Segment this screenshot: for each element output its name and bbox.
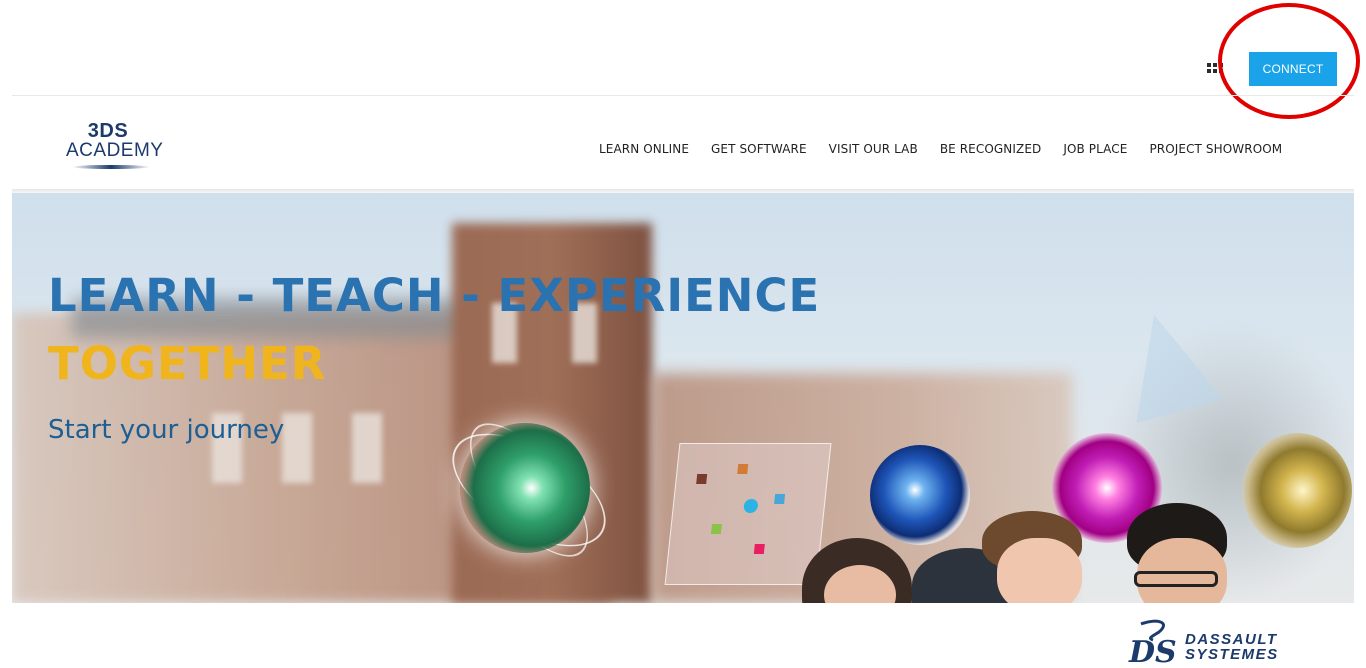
apps-grid-icon[interactable] — [1207, 63, 1223, 75]
glasses-graphic — [1134, 571, 1218, 587]
svg-text:DS: DS — [1128, 635, 1177, 666]
hero-title: LEARN - TEACH - EXPERIENCE — [48, 269, 821, 322]
gold-medal-graphic — [1242, 433, 1352, 548]
nav-learn-online[interactable]: LEARN ONLINE — [599, 142, 689, 156]
hero-subtitle: TOGETHER — [48, 337, 327, 390]
student-face — [997, 538, 1082, 603]
hero-banner: LEARN - TEACH - EXPERIENCE TOGETHER Star… — [12, 193, 1354, 603]
brand-line1: DASSAULT — [1185, 631, 1278, 648]
logo-line2: ACADEMY — [66, 140, 164, 161]
connect-button[interactable]: CONNECT — [1249, 52, 1337, 86]
cube-block — [774, 494, 786, 504]
divider — [12, 95, 1354, 96]
brand-line2: SYSTEMES — [1185, 646, 1279, 663]
logo-line1: 3DS — [87, 120, 129, 142]
molecule-cube-graphic — [664, 443, 832, 585]
start-journey-link[interactable]: Start your journey — [48, 415, 284, 445]
ds-mark-icon: DS — [1128, 619, 1177, 666]
3ds-academy-logo[interactable]: 3DS ACADEMY — [66, 121, 182, 177]
dassault-systemes-logo[interactable]: DS DASSAULT SYSTEMES — [1127, 618, 1287, 666]
main-nav: LEARN ONLINE GET SOFTWARE VISIT OUR LAB … — [599, 142, 1282, 156]
blue-globe-graphic — [870, 445, 970, 545]
nav-be-recognized[interactable]: BE RECOGNIZED — [940, 142, 1042, 156]
cube-block — [710, 524, 722, 534]
nav-visit-our-lab[interactable]: VISIT OUR LAB — [829, 142, 918, 156]
hero-window — [352, 413, 382, 483]
nav-job-place[interactable]: JOB PLACE — [1063, 142, 1127, 156]
nav-project-showroom[interactable]: PROJECT SHOWROOM — [1149, 142, 1282, 156]
cube-block — [737, 464, 749, 474]
nav-get-software[interactable]: GET SOFTWARE — [711, 142, 807, 156]
top-utility-bar: CONNECT — [0, 0, 1366, 119]
cube-block — [753, 544, 765, 554]
logo-swoosh — [72, 165, 150, 169]
hero-window — [282, 413, 312, 483]
cube-node — [743, 499, 759, 513]
cube-block — [696, 474, 708, 484]
green-sphere-graphic — [460, 423, 590, 553]
